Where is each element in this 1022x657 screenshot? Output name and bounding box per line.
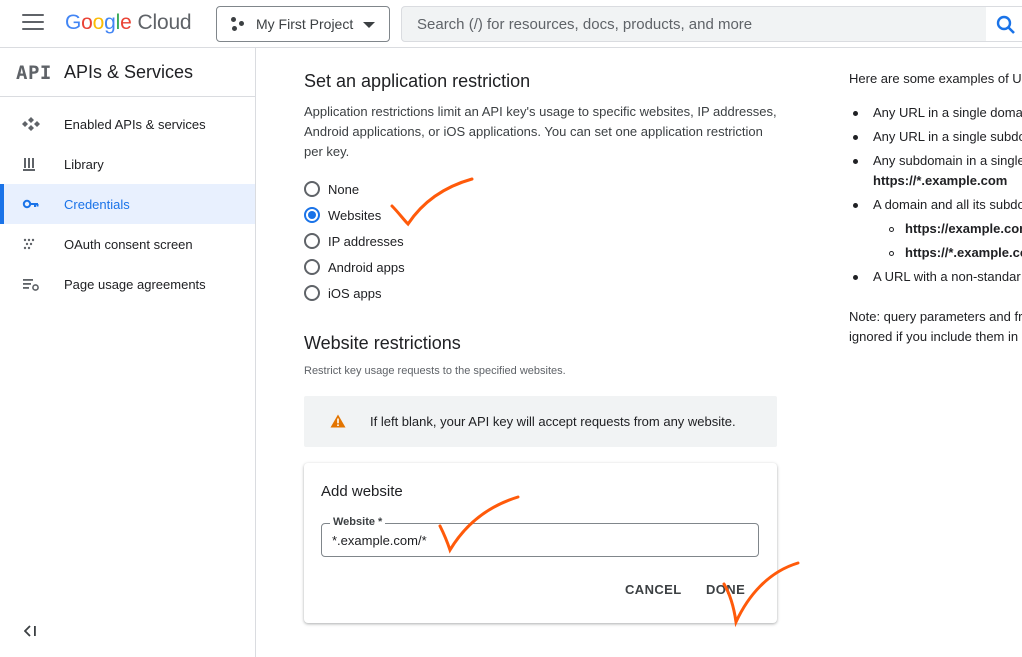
sidebar-item-label: Library (64, 156, 104, 172)
done-button[interactable]: DONE (706, 582, 745, 597)
radio-circle[interactable] (304, 285, 320, 301)
search-bar (401, 6, 987, 42)
radio-label: None (328, 181, 360, 197)
apis-icon (22, 117, 40, 131)
list-item: Any subdomain in a single (849, 153, 1022, 168)
radio-label: IP addresses (328, 233, 404, 249)
warning-text: If left blank, your API key will accept … (370, 414, 736, 429)
radio-ios-apps[interactable]: iOS apps (304, 282, 381, 304)
sidebar-item-label: Credentials (64, 196, 130, 212)
radio-websites[interactable]: Websites (304, 204, 381, 226)
note-line: ignored if you include them in (849, 329, 1019, 344)
sidebar-item-label: Enabled APIs & services (64, 116, 206, 132)
api-logo-icon: API (16, 62, 52, 84)
application-restriction-title: Set an application restriction (304, 71, 531, 91)
cancel-button[interactable]: CANCEL (625, 582, 682, 597)
radio-label: Android apps (328, 259, 405, 275)
consent-icon (23, 238, 35, 250)
logo-google-wordmark: Google (65, 11, 132, 34)
list-item: Any URL in a single domai (849, 105, 1022, 120)
search-input[interactable] (417, 15, 986, 33)
sidebar-item-oauth-consent[interactable]: OAuth consent screen (0, 224, 255, 264)
sidebar-title: APIs & Services (64, 62, 194, 82)
radio-circle[interactable] (304, 233, 320, 249)
website-restrictions-title: Website restrictions (304, 333, 461, 353)
website-restrictions-description: Restrict key usage requests to the speci… (304, 365, 566, 377)
project-label: My First Project (256, 16, 354, 32)
settings-list-icon (23, 279, 39, 291)
google-cloud-logo[interactable]: Google Cloud (65, 11, 192, 35)
project-picker-button[interactable]: My First Project (216, 6, 390, 42)
sidebar-item-enabled-apis[interactable]: Enabled APIs & services (0, 104, 255, 144)
list-item: https://*.example.com (873, 173, 1008, 188)
note-line: Note: query parameters and fr (849, 309, 1022, 324)
sidebar-item-page-usage[interactable]: Page usage agreements (0, 264, 255, 304)
sidebar-item-library[interactable]: Library (0, 144, 255, 184)
sidebar: API APIs & Services Enabled APIs & servi… (0, 48, 256, 657)
blank-warning-banner: If left blank, your API key will accept … (304, 396, 777, 447)
list-item: Any URL in a single subdo (849, 129, 1022, 144)
radio-circle[interactable] (304, 207, 320, 223)
library-icon (23, 158, 35, 171)
radio-label: iOS apps (328, 285, 382, 301)
radio-android-apps[interactable]: Android apps (304, 256, 405, 278)
examples-intro: Here are some examples of UI (849, 71, 1022, 86)
radio-circle[interactable] (304, 181, 320, 197)
add-website-title: Add website (321, 483, 403, 500)
sidebar-item-credentials[interactable]: Credentials (0, 184, 255, 224)
list-item: A URL with a non-standar (849, 269, 1021, 284)
sidebar-item-label: OAuth consent screen (64, 236, 193, 252)
radio-circle[interactable] (304, 259, 320, 275)
chevron-down-icon (363, 22, 375, 28)
list-item: https://*.example.co (885, 245, 1022, 260)
search-icon (996, 15, 1015, 34)
key-icon (22, 199, 39, 209)
examples-note: Note: query parameters and fr ignored if… (849, 307, 1022, 347)
top-app-bar: Google Cloud My First Project (0, 0, 1022, 48)
search-button[interactable] (986, 6, 1022, 42)
list-item: https://example.com (885, 221, 1022, 236)
warning-icon (330, 414, 346, 428)
sidebar-header: API APIs & Services (0, 48, 255, 97)
sidebar-nav: Enabled APIs & services Library Credenti… (0, 104, 255, 304)
collapse-arrow-icon (23, 625, 36, 637)
website-field-label: Website * (330, 516, 386, 528)
website-input[interactable] (332, 533, 732, 548)
application-restriction-description: Application restrictions limit an API ke… (304, 104, 777, 159)
radio-label: Websites (328, 207, 382, 223)
collapse-sidebar-icon[interactable] (23, 624, 38, 640)
website-field: Website * (321, 516, 759, 557)
list-item: A domain and all its subdo (849, 197, 1022, 212)
radio-ip-addresses[interactable]: IP addresses (304, 230, 404, 252)
main-menu-icon[interactable] (22, 14, 44, 34)
add-website-card: Add website Website * CANCEL DONE (304, 463, 777, 623)
sidebar-item-label: Page usage agreements (64, 276, 206, 292)
project-icon (231, 17, 245, 31)
radio-none[interactable]: None (304, 178, 359, 200)
logo-cloud-text: Cloud (137, 11, 192, 34)
